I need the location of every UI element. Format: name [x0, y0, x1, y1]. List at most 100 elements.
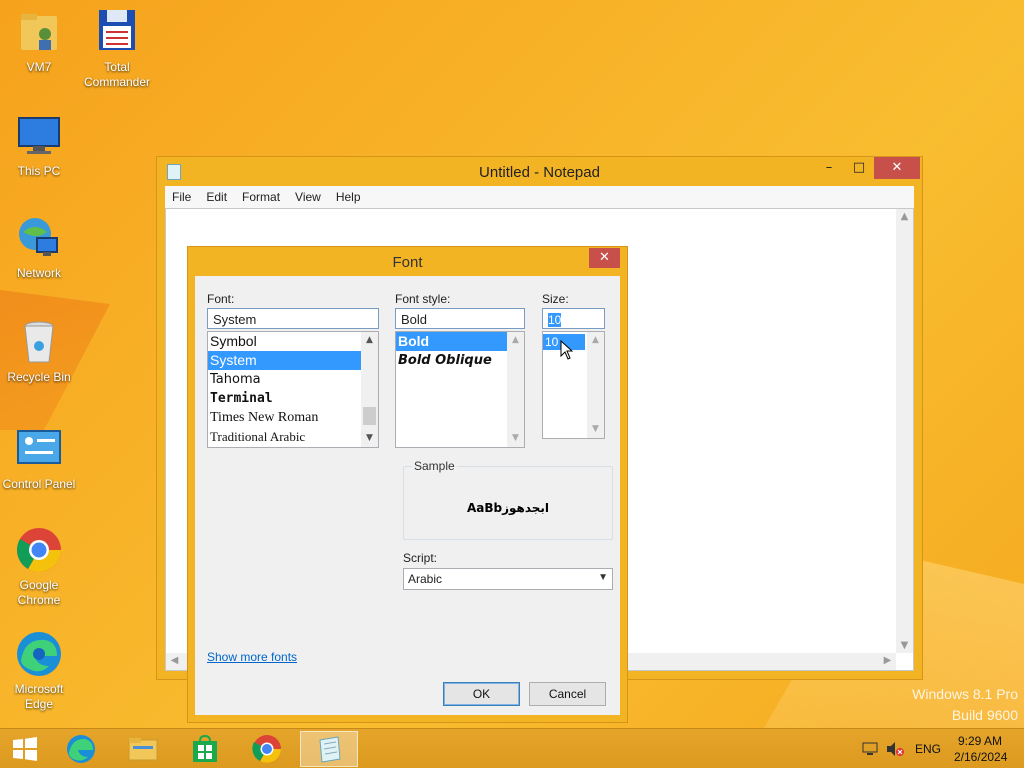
scroll-down-icon[interactable]: ▼	[361, 430, 378, 447]
chevron-down-icon: ▼	[598, 572, 608, 583]
font-dialog-title: Font	[392, 254, 423, 271]
font-list-item[interactable]: Traditional Arabic	[208, 427, 378, 446]
desktop-icon-network[interactable]: Network	[1, 214, 77, 281]
minimize-button[interactable]: –	[814, 157, 844, 179]
font-list-item-selected[interactable]: System	[208, 351, 361, 370]
desktop-icon-label: VM7	[26, 60, 52, 74]
font-label: Font:	[207, 292, 235, 306]
windows-logo-icon	[13, 737, 37, 761]
taskbar-store[interactable]	[180, 731, 230, 767]
notepad-icon	[319, 736, 341, 763]
chrome-icon	[15, 526, 63, 574]
scroll-down-icon[interactable]: ▼	[896, 640, 913, 651]
font-style-list[interactable]: Bold Bold Oblique ▲ ▼	[395, 331, 525, 448]
notepad-title: Untitled - Notepad	[479, 164, 600, 181]
cancel-button[interactable]: Cancel	[529, 682, 606, 706]
size-label: Size:	[542, 292, 569, 306]
clock-time[interactable]: 9:29 AM	[958, 734, 1002, 748]
font-style-item-selected[interactable]: Bold	[396, 332, 507, 351]
taskbar-chrome[interactable]	[242, 731, 292, 767]
scroll-left-icon[interactable]: ◀	[166, 655, 183, 666]
watermark-line: Windows 8.1 Pro	[912, 686, 1018, 702]
maximize-button[interactable]: □	[844, 157, 874, 179]
font-style-input[interactable]: Bold	[395, 308, 525, 329]
font-dialog-body: Font: System Symbol System Tahoma Termin…	[195, 276, 620, 715]
menu-file[interactable]: File	[172, 190, 191, 204]
menu-bar: File Edit Format View Help	[165, 186, 914, 208]
windows-watermark: Windows 8.1 Pro Build 9600	[912, 684, 1018, 726]
chrome-icon	[252, 735, 281, 763]
font-name-input[interactable]: System	[207, 308, 379, 329]
mouse-cursor-icon	[560, 340, 574, 360]
scroll-up-icon[interactable]: ▲	[587, 332, 604, 349]
scroll-right-icon[interactable]: ▶	[879, 655, 896, 666]
sample-label: Sample	[412, 459, 457, 473]
taskbar-edge[interactable]	[56, 731, 106, 767]
network-tray-icon[interactable]	[862, 741, 878, 760]
font-dialog[interactable]: Font ✕ Font: System Symbol System Tahoma…	[187, 246, 628, 723]
scroll-down-icon[interactable]: ▼	[507, 430, 524, 447]
taskbar-file-explorer[interactable]	[118, 731, 168, 767]
taskbar-notepad[interactable]	[300, 731, 358, 767]
font-list-item[interactable]: Tahoma	[208, 370, 378, 389]
font-style-item[interactable]: Bold Oblique	[396, 351, 524, 370]
edge-icon	[67, 735, 95, 763]
menu-help[interactable]: Help	[336, 190, 361, 204]
ok-button[interactable]: OK	[443, 682, 520, 706]
desktop-icon-this-pc[interactable]: This PC	[1, 112, 77, 179]
desktop-icon-label: Google Chrome	[17, 578, 61, 607]
menu-edit[interactable]: Edit	[206, 190, 227, 204]
desktop-icon-total-commander[interactable]: Total Commander	[79, 8, 155, 90]
close-button[interactable]: ✕	[874, 157, 920, 179]
size-list-scrollbar[interactable]: ▲ ▼	[587, 332, 604, 438]
menu-view[interactable]: View	[295, 190, 321, 204]
vertical-scrollbar[interactable]: ▲ ▼	[896, 209, 913, 653]
font-list-item[interactable]: Symbol	[208, 332, 378, 351]
user-folder-icon	[15, 8, 63, 56]
desktop-icon-label: Control Panel	[2, 477, 76, 491]
recycle-bin-icon	[15, 318, 63, 366]
store-icon	[193, 734, 217, 762]
font-dialog-title-bar[interactable]: Font ✕	[188, 247, 627, 276]
scroll-down-icon[interactable]: ▼	[587, 421, 604, 438]
floppy-disk-icon	[93, 8, 141, 56]
desktop-icon-label: Total Commander	[83, 60, 151, 89]
computer-icon	[15, 112, 63, 160]
desktop-icon-control-panel[interactable]: Control Panel	[1, 425, 77, 492]
script-label: Script:	[403, 551, 438, 565]
show-more-fonts-link[interactable]: Show more fonts	[207, 650, 297, 664]
desktop-icon-label: Recycle Bin	[7, 370, 71, 384]
notepad-title-bar[interactable]: Untitled - Notepad – □ ✕	[157, 157, 922, 185]
dialog-close-button[interactable]: ✕	[589, 248, 620, 268]
desktop-icon-chrome[interactable]: Google Chrome	[1, 526, 77, 608]
scroll-up-icon[interactable]: ▲	[361, 332, 378, 349]
desktop-icon-recycle-bin[interactable]: Recycle Bin	[1, 318, 77, 385]
style-list-scrollbar[interactable]: ▲ ▼	[507, 332, 524, 447]
watermark-line: Build 9600	[951, 707, 1018, 723]
desktop-icon-edge[interactable]: Microsoft Edge	[1, 630, 77, 712]
font-list[interactable]: Symbol System Tahoma Terminal Times New …	[207, 331, 379, 448]
script-select[interactable]: Arabic ▼	[403, 568, 613, 590]
desktop-icon-label: Network	[16, 266, 61, 280]
sample-group: Sample AaBbابجدهوز	[403, 459, 613, 540]
font-list-scrollbar[interactable]: ▲ ▼	[361, 332, 378, 447]
scroll-up-icon[interactable]: ▲	[896, 211, 913, 222]
volume-muted-icon[interactable]	[886, 741, 904, 760]
desktop-icon-vm7[interactable]: VM7	[1, 8, 77, 75]
font-list-item[interactable]: Terminal	[208, 389, 378, 408]
sample-preview: AaBbابجدهوز	[466, 501, 550, 515]
scroll-up-icon[interactable]: ▲	[507, 332, 524, 349]
edge-icon	[15, 630, 63, 678]
language-indicator[interactable]: ENG	[915, 742, 941, 756]
taskbar: ENG 9:29 AM 2/16/2024	[0, 728, 1024, 768]
network-globe-icon	[15, 214, 63, 262]
desktop-icon-label: This PC	[17, 164, 61, 178]
font-style-label: Font style:	[395, 292, 451, 306]
size-input[interactable]: 10	[542, 308, 605, 329]
start-button[interactable]	[0, 731, 50, 767]
scroll-thumb[interactable]	[363, 407, 376, 425]
clock-date[interactable]: 2/16/2024	[954, 750, 1007, 764]
font-list-item[interactable]: Times New Roman	[208, 408, 378, 427]
desktop-icon-label: Microsoft Edge	[14, 682, 64, 711]
menu-format[interactable]: Format	[242, 190, 280, 204]
